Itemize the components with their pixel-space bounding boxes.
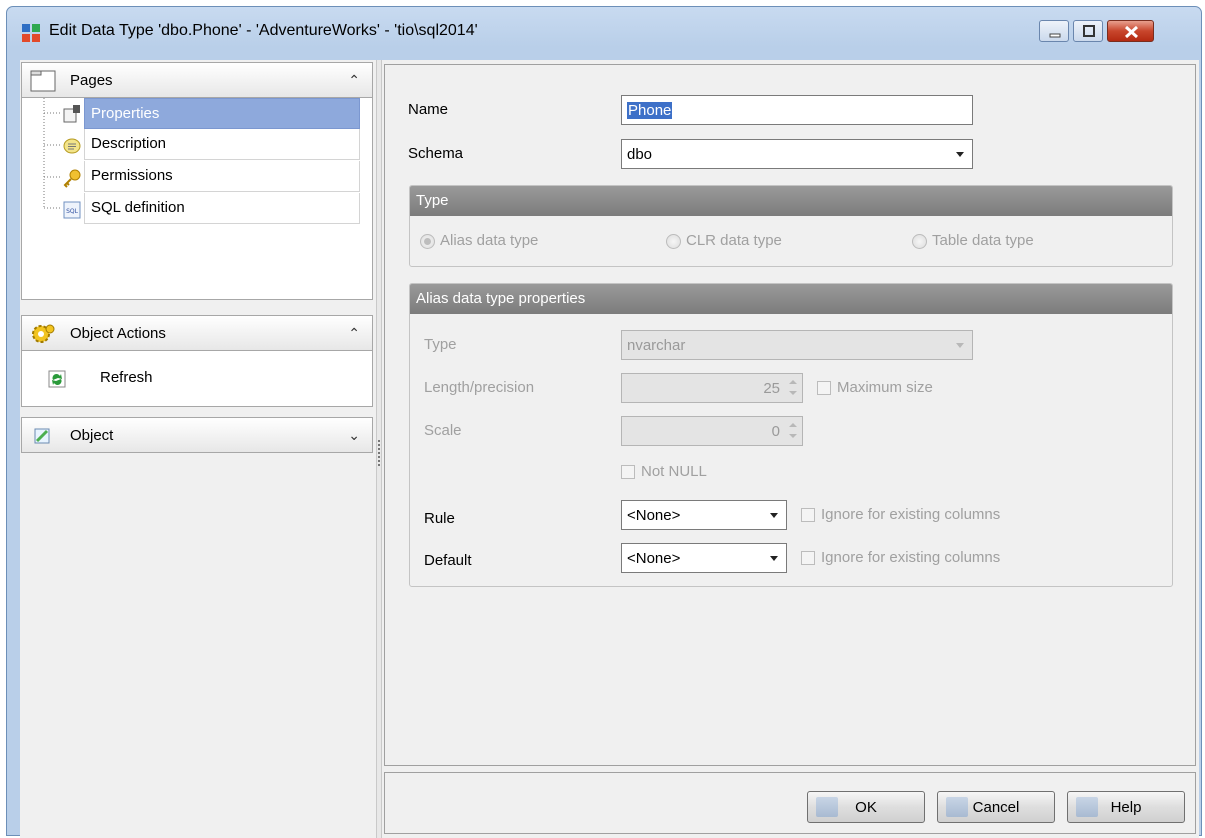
not-null-checkbox[interactable]	[621, 465, 635, 479]
rule-ignore-label: Ignore for existing columns	[821, 506, 1001, 523]
key-icon	[62, 168, 82, 188]
dialog-button-bar: OK Cancel Help	[384, 772, 1196, 834]
client-area: Pages ⌃ Properties Description Permissio…	[20, 60, 1199, 838]
dropdown-arrow-icon[interactable]	[770, 556, 778, 561]
name-label: Name	[408, 101, 449, 118]
object-group-label: Object	[70, 427, 114, 444]
scale-label: Scale	[424, 422, 462, 439]
pages-group-label: Pages	[70, 72, 113, 89]
pages-group-header[interactable]: Pages ⌃	[21, 62, 373, 98]
length-precision-spinner[interactable]: 25	[621, 373, 803, 403]
svg-text:SQL: SQL	[66, 208, 79, 215]
close-button[interactable]	[1107, 20, 1154, 42]
maximum-size-label: Maximum size	[837, 379, 933, 396]
pages-icon	[30, 70, 56, 92]
rule-label: Rule	[424, 510, 455, 527]
description-icon	[62, 136, 82, 156]
dialog-window: Edit Data Type 'dbo.Phone' - 'AdventureW…	[6, 6, 1202, 838]
base-type-dropdown[interactable]: nvarchar	[621, 330, 973, 360]
rule-dropdown[interactable]: <None>	[621, 500, 787, 530]
alias-data-type-label: Alias data type	[440, 232, 539, 249]
properties-icon	[62, 104, 82, 124]
splitter-grip[interactable]	[378, 440, 380, 466]
app-icon	[22, 24, 40, 42]
refresh-action[interactable]: Refresh	[22, 351, 372, 407]
chevron-down-icon[interactable]: ⌄	[348, 427, 360, 444]
dropdown-arrow-icon[interactable]	[956, 343, 964, 348]
scale-spinner[interactable]: 0	[621, 416, 803, 446]
sql-icon: SQL	[62, 200, 82, 220]
spinner-arrows-icon[interactable]	[787, 377, 799, 399]
alias-properties-section: Alias data type properties Type nvarchar…	[409, 283, 1173, 587]
properties-page: Name Phone Schema dbo Type Alias data ty…	[384, 64, 1196, 766]
maximize-button[interactable]	[1073, 20, 1103, 42]
default-ignore-label: Ignore for existing columns	[821, 549, 1001, 566]
close-icon	[1124, 25, 1139, 39]
length-precision-label: Length/precision	[424, 379, 535, 396]
object-icon	[34, 428, 50, 444]
chevron-up-icon[interactable]: ⌃	[348, 325, 360, 342]
ok-button[interactable]: OK	[807, 791, 925, 823]
refresh-label: Refresh	[100, 369, 153, 386]
minimize-button[interactable]	[1039, 20, 1069, 42]
alias-data-type-radio[interactable]	[420, 234, 435, 249]
default-dropdown[interactable]: <None>	[621, 543, 787, 573]
cancel-button[interactable]: Cancel	[937, 791, 1055, 823]
name-field[interactable]: Phone	[621, 95, 973, 125]
object-actions-label: Object Actions	[70, 325, 166, 342]
alias-properties-header: Alias data type properties	[410, 284, 1172, 314]
gear-icon	[32, 324, 55, 343]
refresh-icon	[48, 370, 66, 388]
navigation-panel: Pages ⌃ Properties Description Permissio…	[20, 60, 376, 838]
object-actions-group-header[interactable]: Object Actions ⌃	[21, 315, 373, 351]
title-bar[interactable]: Edit Data Type 'dbo.Phone' - 'AdventureW…	[7, 7, 1201, 53]
tree-item-sql-definition[interactable]: SQL definition	[84, 193, 360, 224]
spinner-arrows-icon[interactable]	[787, 420, 799, 442]
tree-item-description[interactable]: Description	[84, 129, 360, 160]
dropdown-arrow-icon[interactable]	[956, 152, 964, 157]
not-null-label: Not NULL	[641, 463, 707, 480]
type-section-header: Type	[410, 186, 1172, 216]
panel-splitter[interactable]	[376, 60, 382, 838]
clr-data-type-radio[interactable]	[666, 234, 681, 249]
maximize-icon	[1083, 25, 1095, 37]
table-data-type-radio[interactable]	[912, 234, 927, 249]
tree-item-permissions[interactable]: Permissions	[84, 161, 360, 192]
schema-dropdown[interactable]: dbo	[621, 139, 973, 169]
default-label: Default	[424, 552, 472, 569]
default-ignore-checkbox[interactable]	[801, 551, 815, 565]
dropdown-arrow-icon[interactable]	[770, 513, 778, 518]
rule-ignore-checkbox[interactable]	[801, 508, 815, 522]
schema-label: Schema	[408, 145, 464, 162]
minimize-icon	[1049, 33, 1061, 38]
chevron-up-icon[interactable]: ⌃	[348, 72, 360, 89]
pages-tree: Properties Description Permissions SQL S…	[21, 98, 373, 300]
help-button[interactable]: Help	[1067, 791, 1185, 823]
object-group-header[interactable]: Object ⌄	[21, 417, 373, 453]
clr-data-type-label: CLR data type	[686, 232, 782, 249]
table-data-type-label: Table data type	[932, 232, 1034, 249]
type-section: Type Alias data type CLR data type Table…	[409, 185, 1173, 267]
tree-item-properties[interactable]: Properties	[84, 98, 360, 129]
window-title: Edit Data Type 'dbo.Phone' - 'AdventureW…	[49, 22, 478, 39]
object-actions-list: Refresh	[21, 351, 373, 407]
maximum-size-checkbox[interactable]	[817, 381, 831, 395]
type-label: Type	[424, 336, 457, 353]
